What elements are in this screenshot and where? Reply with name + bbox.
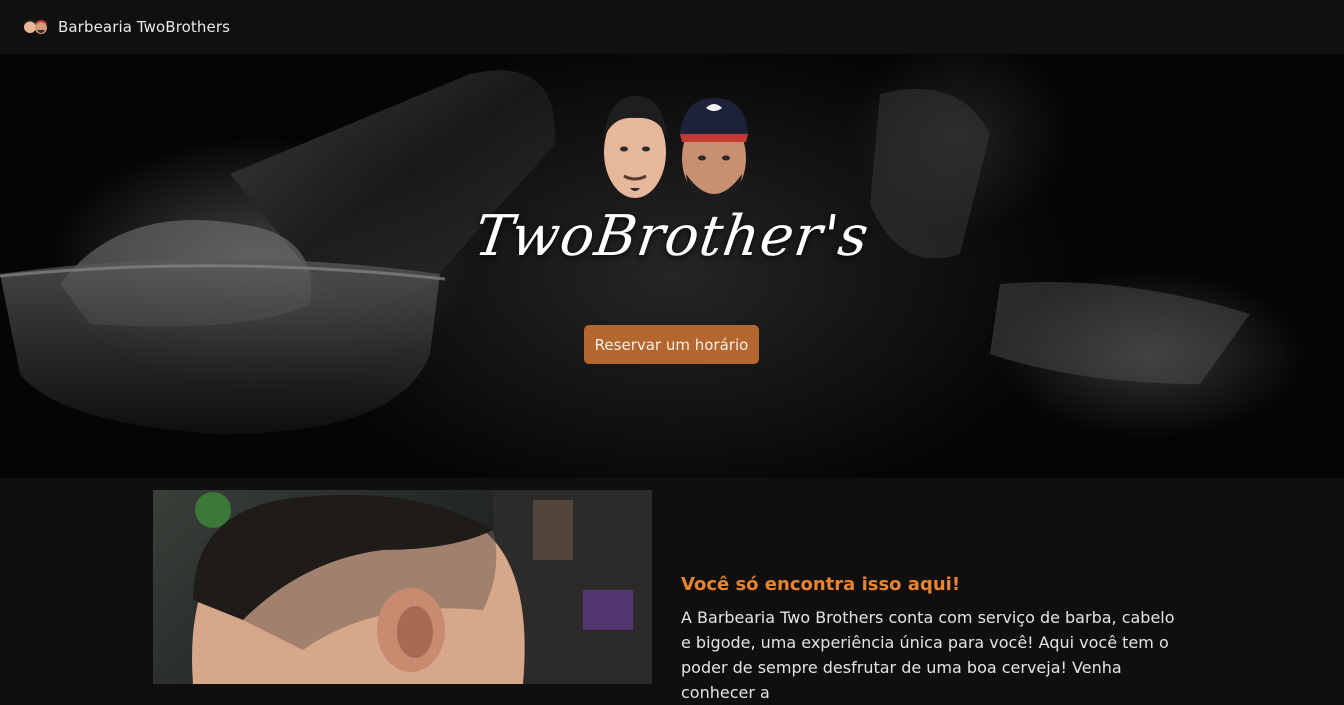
feature-section: Você só encontra isso aqui! A Barbearia … xyxy=(0,478,1344,702)
two-brothers-avatars xyxy=(604,96,748,204)
reserve-button[interactable]: Reservar um horário xyxy=(584,325,759,364)
two-brothers-faces-icon[interactable] xyxy=(22,18,48,36)
feature-heading: Você só encontra isso aqui! xyxy=(681,574,961,595)
haircut-fade-photo xyxy=(153,490,652,684)
navbar: Barbearia TwoBrothers xyxy=(0,0,1344,54)
feature-text: A Barbearia Two Brothers conta com servi… xyxy=(681,608,1175,702)
brand-title[interactable]: Barbearia TwoBrothers xyxy=(58,18,230,36)
hero-logo-title: TwoBrother's xyxy=(470,204,874,269)
hero-banner: TwoBrother's Reservar um horário xyxy=(0,54,1344,478)
